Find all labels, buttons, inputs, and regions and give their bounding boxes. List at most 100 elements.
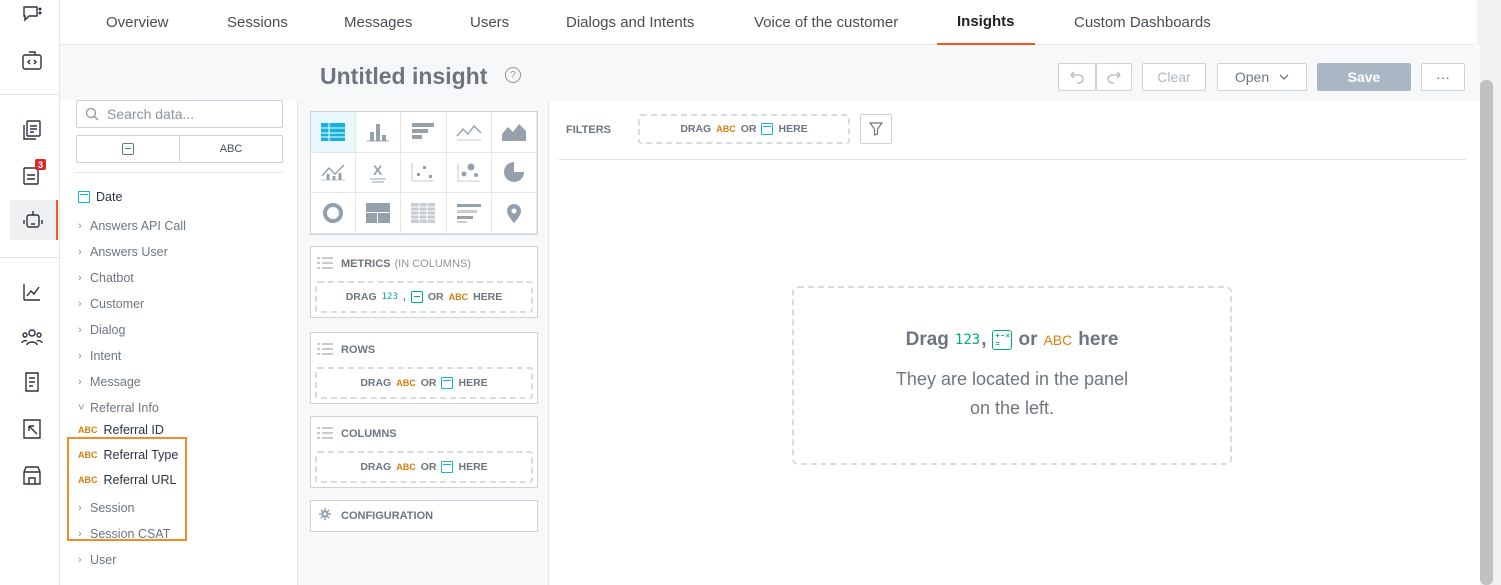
catalog-group-label: Dialog (90, 323, 126, 337)
drop-label: OR (427, 291, 444, 303)
tab-dialogs-and-intents[interactable]: Dialogs and Intents (546, 0, 714, 45)
insight-title[interactable]: Untitled insight (320, 63, 487, 90)
viz-headline-icon[interactable]: X (356, 152, 402, 194)
catalog-group[interactable]: › Message (78, 375, 141, 389)
configuration-title: CONFIGURATION (341, 510, 434, 522)
bot-icon[interactable] (10, 200, 58, 240)
drop-label: DRAG (345, 291, 377, 303)
rows-dropzone[interactable]: DRAG ABC OR HERE (315, 367, 533, 399)
chevron-right-icon: › (78, 376, 82, 388)
tab-insights[interactable]: Insights (937, 0, 1035, 45)
document-icon[interactable] (12, 362, 52, 402)
drop-label: HERE (458, 377, 488, 389)
dropzone-hint: They are located in the panel on the lef… (896, 365, 1128, 423)
viz-geo-map-icon[interactable] (491, 193, 537, 234)
catalog-attribute[interactable]: ABC Referral URL (78, 473, 176, 487)
chat-icon[interactable] (12, 0, 52, 34)
filter-button[interactable] (860, 114, 892, 144)
attribute-icon: ABC (396, 462, 416, 472)
copy-doc-icon[interactable] (12, 110, 52, 150)
viz-table-icon[interactable] (311, 112, 357, 153)
app-root: 3 Overview Sessions Messages Users Dialo… (0, 0, 1501, 585)
more-button[interactable]: ··· (1421, 63, 1465, 91)
viz-scatter-icon[interactable] (401, 152, 447, 194)
help-icon[interactable]: ? (505, 67, 521, 83)
list-icon (317, 427, 333, 439)
configuration-section[interactable]: CONFIGURATION (310, 500, 538, 532)
viz-combo-chart-icon[interactable] (311, 152, 357, 194)
drop-label: HERE (473, 291, 503, 303)
catalog-attribute[interactable]: ABC Referral Type (78, 448, 178, 462)
clear-button[interactable]: Clear (1142, 63, 1206, 91)
catalog-group[interactable]: › Dialog (78, 323, 125, 337)
filter-calculated-button[interactable] (77, 136, 179, 162)
funnel-icon (868, 122, 884, 136)
filters-dropzone[interactable]: DRAG ABC OR HERE (638, 114, 850, 144)
viz-area-chart-icon[interactable] (491, 112, 537, 153)
catalog-group[interactable]: › User (78, 553, 116, 567)
catalog-group[interactable]: › Answers API Call (78, 219, 186, 233)
catalog-group-label: Session (90, 501, 135, 515)
scrollbar-thumb[interactable] (1480, 80, 1493, 585)
drop-label: DRAG (360, 461, 392, 473)
open-button[interactable]: Open (1217, 63, 1307, 91)
tab-users[interactable]: Users (450, 0, 529, 45)
viz-heatmap-icon[interactable] (401, 193, 447, 234)
catalog-group[interactable]: › Answers User (78, 245, 168, 259)
rows-bucket: ROWS DRAG ABC OR HERE (310, 332, 538, 404)
svg-text:X: X (373, 162, 383, 178)
tab-overview[interactable]: Overview (86, 0, 189, 45)
redo-button[interactable] (1096, 63, 1132, 91)
filter-attribute-button[interactable]: ABC (179, 136, 282, 162)
code-icon[interactable] (12, 41, 52, 81)
catalog-group-expanded[interactable]: ˅ Referral Info (78, 401, 159, 415)
search-input[interactable]: Search data... (76, 100, 283, 128)
top-nav: Overview Sessions Messages Users Dialogs… (60, 0, 1475, 45)
metrics-title: METRICS (341, 258, 391, 270)
store-icon[interactable] (12, 455, 52, 495)
viz-treemap-icon[interactable] (356, 193, 402, 234)
catalog-group[interactable]: › Session (78, 501, 134, 515)
chevron-down-icon: ˅ (78, 402, 85, 414)
catalog-group[interactable]: › Session CSAT (78, 527, 170, 541)
people-icon[interactable] (12, 317, 52, 357)
tab-voice-of-the-customer[interactable]: Voice of the customer (734, 0, 918, 45)
tab-messages[interactable]: Messages (324, 0, 432, 45)
date-icon (761, 123, 774, 135)
catalog-group-label: Referral Info (90, 401, 159, 415)
catalog-group[interactable]: › Intent (78, 349, 121, 363)
viz-column-chart-icon[interactable] (356, 112, 402, 153)
save-button[interactable]: Save (1317, 63, 1411, 91)
tab-custom-dashboards[interactable]: Custom Dashboards (1054, 0, 1231, 45)
metrics-dropzone[interactable]: DRAG 123 , OR ABC HERE (315, 281, 533, 313)
catalog-group[interactable]: › Chatbot (78, 271, 134, 285)
tasks-icon[interactable]: 3 (12, 155, 52, 195)
analytics-icon[interactable] (12, 272, 52, 312)
viz-donut-icon[interactable] (311, 193, 357, 234)
tasks-badge: 3 (35, 159, 46, 170)
catalog-attribute[interactable]: ABC Referral ID (78, 423, 164, 437)
viz-bullet-icon[interactable] (446, 193, 492, 234)
drop-label: OR (740, 123, 757, 135)
columns-bucket: COLUMNS DRAG ABC OR HERE (310, 416, 538, 488)
columns-dropzone[interactable]: DRAG ABC OR HERE (315, 451, 533, 483)
export-icon[interactable] (12, 409, 52, 449)
attribute-icon: ABC (78, 475, 98, 485)
undo-button[interactable] (1058, 63, 1096, 91)
attribute-icon: ABC (78, 450, 98, 460)
calculated-icon (410, 291, 423, 303)
chevron-right-icon: › (78, 298, 82, 310)
attribute-icon: ABC (78, 425, 98, 435)
tab-sessions[interactable]: Sessions (207, 0, 308, 45)
main-dropzone[interactable]: Drag 123 , or ABC here They are located … (792, 286, 1232, 465)
viz-bubble-icon[interactable] (446, 152, 492, 194)
list-icon (317, 343, 333, 355)
catalog-item-date[interactable]: Date (78, 190, 122, 204)
viz-pie-icon[interactable] (491, 152, 537, 194)
drop-label: OR (420, 377, 437, 389)
viz-bar-chart-icon[interactable] (401, 112, 447, 153)
catalog-group[interactable]: › Customer (78, 297, 144, 311)
viz-line-chart-icon[interactable] (446, 112, 492, 153)
insight-editor: Untitled insight ? Clear Open Save ··· S… (60, 45, 1480, 585)
catalog-type-filter: ABC (76, 135, 283, 163)
